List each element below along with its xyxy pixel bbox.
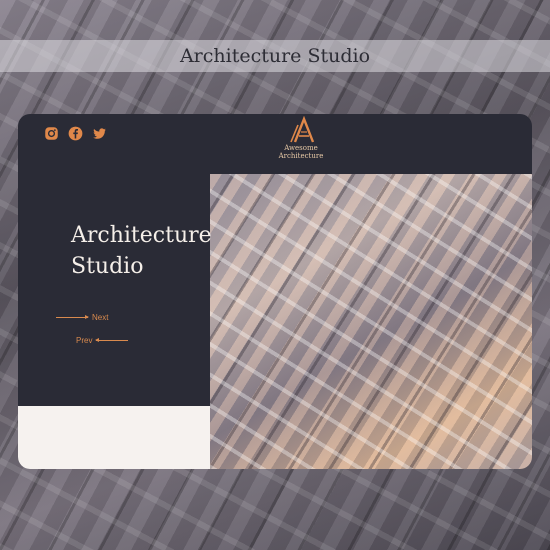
site-preview-card: Awesome Architecture Architecture Studio…: [18, 114, 532, 469]
logo-mark-icon: [290, 116, 315, 143]
banner: Architecture Studio: [0, 40, 550, 72]
facebook-icon[interactable]: [68, 126, 83, 141]
hero-heading-line1: Architecture: [71, 223, 212, 248]
social-links: [44, 126, 107, 141]
hero-heading-line2: Studio: [71, 254, 144, 279]
hero-image: [210, 174, 532, 469]
logo-text-line1: Awesome: [284, 144, 318, 152]
twitter-icon[interactable]: [92, 126, 107, 141]
instagram-icon[interactable]: [44, 126, 59, 141]
logo-text-line2: Architecture: [278, 152, 324, 160]
next-label: Next: [92, 313, 109, 322]
hero-heading: Architecture Studio: [71, 220, 231, 282]
light-panel: [18, 406, 210, 469]
banner-title: Architecture Studio: [179, 45, 371, 67]
brand-logo[interactable]: Awesome Architecture: [276, 116, 326, 160]
prev-label: Prev: [76, 336, 93, 345]
arrow-left-icon: [95, 338, 129, 342]
next-button[interactable]: Next: [56, 313, 108, 322]
arrow-right-icon: [56, 315, 89, 319]
prev-button[interactable]: Prev: [76, 336, 129, 345]
